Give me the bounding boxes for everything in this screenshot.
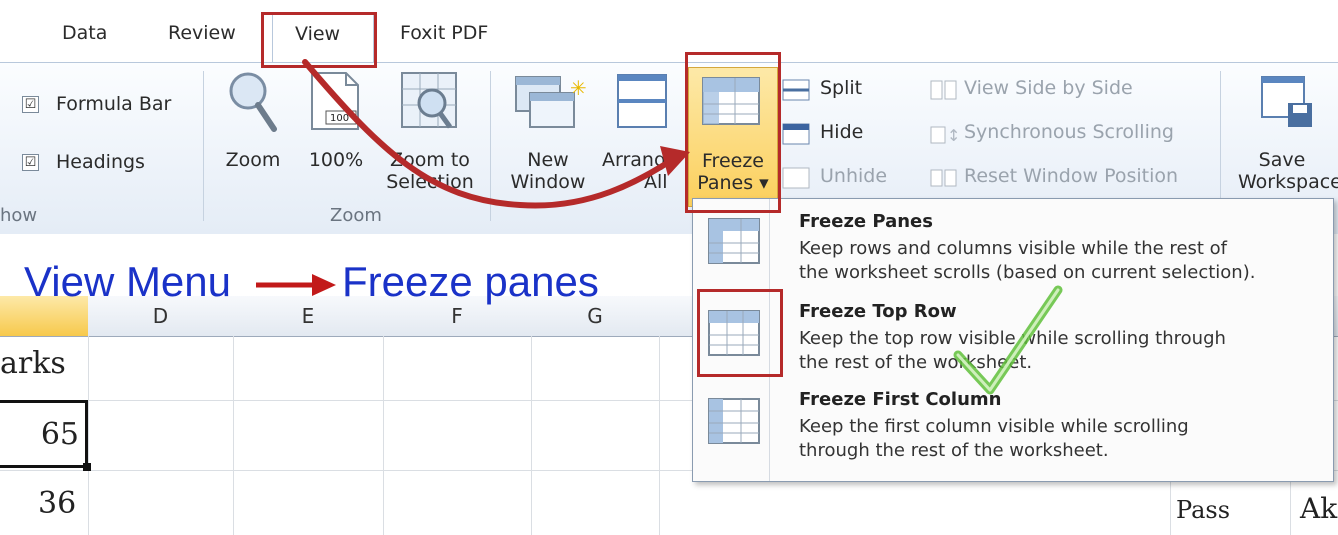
reset-window-position-label: Reset Window Position	[964, 165, 1179, 187]
annotation-view-menu: View Menu	[24, 258, 232, 305]
synchronous-scrolling-button[interactable]: ↕ Synchronous Scrolling	[930, 121, 1210, 151]
save-workspace-label-1: Save	[1258, 149, 1306, 171]
zoom-to-selection-label-1: Zoom to	[390, 149, 470, 171]
side-by-side-icon	[930, 80, 957, 100]
save-workspace-icon	[1261, 76, 1312, 127]
zoom-to-selection-label-2: Selection	[386, 171, 474, 193]
freeze-first-column-icon	[708, 398, 760, 444]
menu-item-freeze-panes-title: Freeze Panes	[799, 211, 933, 232]
menu-item-freeze-panes-desc-1: Keep rows and columns visible while the …	[799, 238, 1228, 259]
zoom-to-selection-icon	[401, 72, 457, 129]
new-window-icon: ✳	[515, 76, 587, 128]
hide-icon	[782, 123, 810, 145]
zoom-button[interactable]: Zoom	[218, 69, 288, 199]
unhide-icon	[782, 167, 810, 189]
synchronous-scrolling-label: Synchronous Scrolling	[964, 121, 1174, 143]
menu-item-freeze-top-row-desc-2: the rest of the worksheet.	[799, 352, 1033, 373]
new-window-button[interactable]: ✳ New Window	[500, 69, 596, 199]
zoom-label: Zoom	[225, 149, 281, 171]
annotation-arrow-icon	[256, 274, 336, 296]
cell-ak[interactable]: Ak	[1300, 492, 1337, 525]
view-side-by-side-button[interactable]: View Side by Side	[930, 77, 1190, 107]
menu-item-freeze-top-row[interactable]: Freeze Top Row Keep the top row visible …	[693, 295, 1333, 381]
split-button[interactable]: Split	[782, 77, 902, 107]
sync-scroll-icon: ↕	[930, 126, 958, 145]
menu-item-freeze-panes[interactable]: Freeze Panes Keep rows and columns visib…	[693, 207, 1333, 291]
save-workspace-button[interactable]: Save Workspace	[1232, 69, 1338, 199]
menu-item-freeze-top-row-title: Freeze Top Row	[799, 301, 957, 322]
group-separator	[203, 71, 204, 221]
arrange-all-icon	[617, 74, 667, 128]
unhide-button[interactable]: Unhide	[782, 165, 902, 195]
gridline	[1170, 474, 1171, 535]
cell-pass[interactable]: Pass	[1176, 496, 1230, 524]
formula-bar-label: Formula Bar	[56, 93, 172, 115]
split-label: Split	[820, 77, 863, 99]
gridline	[383, 336, 384, 535]
show-group-label: how	[0, 205, 38, 226]
group-separator	[490, 71, 491, 221]
new-window-label-2: Window	[510, 171, 586, 193]
tab-foxit-pdf[interactable]: Foxit PDF	[400, 22, 488, 44]
new-window-label-1: New	[527, 149, 569, 171]
gridline	[659, 336, 660, 535]
highlight-freeze-panes-button	[685, 52, 781, 213]
hide-button[interactable]: Hide	[782, 121, 902, 151]
highlight-freeze-top-row-icon	[697, 289, 783, 377]
arrange-all-button[interactable]: Arrange All	[600, 69, 680, 199]
cell-value-65: 65	[40, 417, 79, 452]
menu-item-freeze-top-row-desc-1: Keep the top row visible while scrolling…	[799, 328, 1226, 349]
menu-item-freeze-first-column-title: Freeze First Column	[799, 389, 1002, 410]
zoom-to-selection-button[interactable]: Zoom to Selection	[380, 69, 480, 199]
unhide-label: Unhide	[820, 165, 888, 187]
formula-bar-checkbox[interactable]: ☑	[22, 96, 39, 113]
ribbon-tab-bar: Data Review View Foxit PDF	[0, 0, 1338, 63]
reset-window-position-button[interactable]: Reset Window Position	[930, 165, 1210, 195]
freeze-panes-icon	[708, 218, 760, 264]
arrange-all-label-2: All	[644, 171, 668, 193]
active-cell-selection[interactable]: 65	[0, 400, 91, 471]
tab-data[interactable]: Data	[62, 22, 107, 44]
freeze-panes-menu: Freeze Panes Keep rows and columns visib…	[692, 198, 1334, 482]
svg-text:↕: ↕	[947, 126, 958, 145]
arrange-all-label-1: Arrange	[602, 149, 678, 171]
zoom-100-button[interactable]: 100 100%	[298, 69, 374, 199]
view-side-by-side-label: View Side by Side	[964, 77, 1133, 99]
fill-handle[interactable]	[83, 463, 91, 471]
headings-label: Headings	[56, 151, 145, 173]
menu-item-freeze-first-column-desc-2: through the rest of the worksheet.	[799, 440, 1109, 461]
highlight-view-tab	[261, 12, 377, 68]
gridline	[531, 336, 532, 535]
gridline	[88, 336, 89, 535]
menu-item-freeze-first-column-desc-1: Keep the first column visible while scro…	[799, 416, 1189, 437]
split-icon	[782, 79, 810, 101]
save-workspace-label-2: Workspace	[1238, 171, 1338, 193]
gridline	[233, 336, 234, 535]
reset-position-icon	[930, 169, 957, 187]
zoom-group-label: Zoom	[330, 205, 382, 226]
gridline	[1290, 474, 1291, 535]
cell-marks-header[interactable]: arks	[0, 346, 66, 381]
menu-item-freeze-first-column[interactable]: Freeze First Column Keep the first colum…	[693, 385, 1333, 473]
tab-review[interactable]: Review	[168, 22, 236, 44]
menu-item-freeze-panes-desc-2: the worksheet scrolls (based on current …	[799, 262, 1256, 283]
zoom-100-label: 100%	[308, 149, 364, 171]
headings-checkbox[interactable]: ☑	[22, 154, 39, 171]
hide-label: Hide	[820, 121, 864, 143]
annotation-freeze-panes: Freeze panes	[342, 258, 599, 305]
magnifier-icon	[229, 72, 277, 132]
cell-value-36[interactable]: 36	[38, 486, 76, 521]
svg-text:✳: ✳	[570, 76, 587, 100]
zoom-100-badge: 100	[330, 113, 350, 124]
